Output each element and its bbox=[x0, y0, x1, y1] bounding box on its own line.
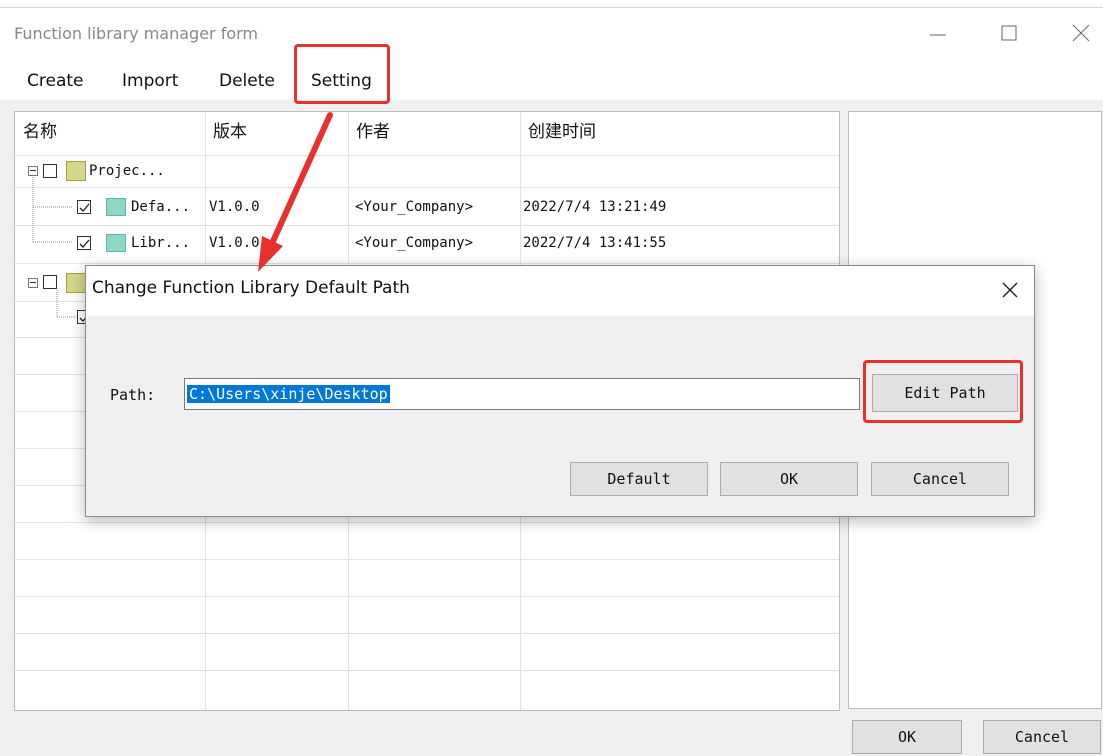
pointer-arrow bbox=[258, 112, 333, 272]
